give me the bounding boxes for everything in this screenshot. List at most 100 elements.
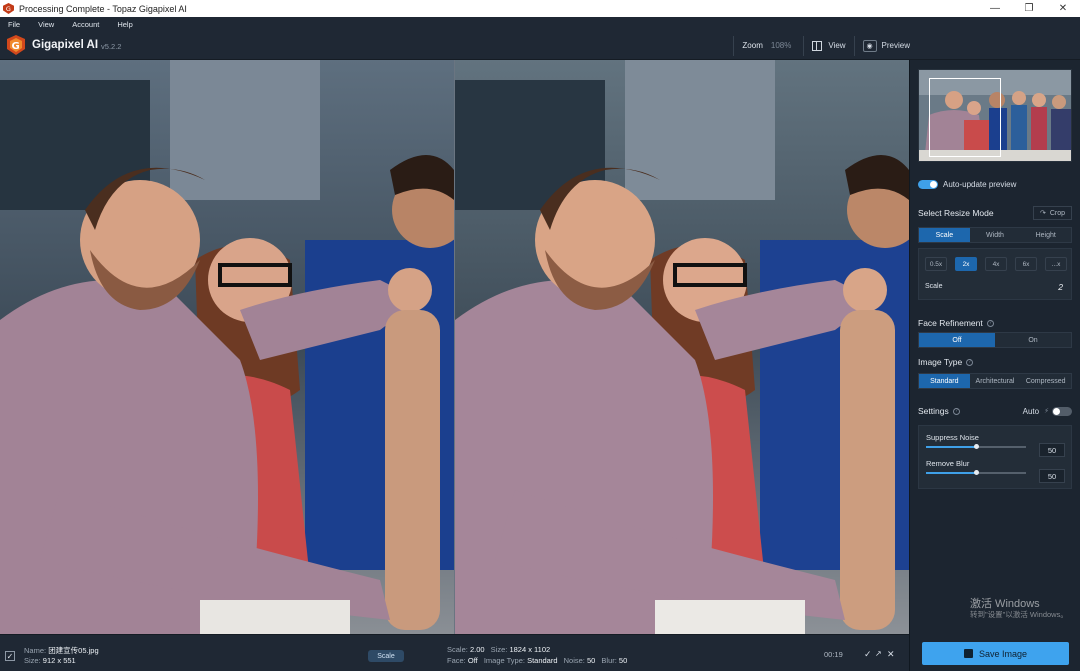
scale-value[interactable]: 2 bbox=[1058, 282, 1063, 292]
split-view-divider[interactable] bbox=[454, 60, 455, 634]
face-label: Face: bbox=[447, 656, 466, 665]
preview-label: Preview bbox=[881, 41, 910, 50]
menu-bar: File View Account Help bbox=[0, 17, 1080, 31]
crop-label: Crop bbox=[1049, 209, 1065, 217]
slider-fill bbox=[926, 472, 976, 474]
auto-settings-toggle[interactable] bbox=[1052, 406, 1072, 416]
divider bbox=[803, 35, 805, 56]
help-icon[interactable]: ? bbox=[986, 319, 994, 327]
crop-button[interactable]: ↷ Crop bbox=[1032, 206, 1072, 220]
save-image-button[interactable]: Save Image bbox=[922, 642, 1069, 665]
scale-chip-custom[interactable]: ...x bbox=[1045, 257, 1067, 271]
processing-time: 00:19 bbox=[824, 650, 843, 659]
face-off-tab[interactable]: Off bbox=[919, 333, 995, 347]
auto-label: Auto bbox=[1022, 406, 1040, 416]
name-label: Name: bbox=[24, 646, 47, 655]
app-header: G Gigapixel AI v5.2.2 Zoom 108% View ◉ P… bbox=[0, 31, 1080, 60]
type-architectural-tab[interactable]: Architectural bbox=[970, 374, 1021, 388]
settings-header: Settings ? Auto ⚡ bbox=[918, 406, 1072, 416]
svg-text:G: G bbox=[6, 5, 11, 13]
image-type-header: Image Type ? bbox=[918, 357, 1072, 367]
zoom-label: Zoom bbox=[742, 41, 763, 50]
slider-fill bbox=[926, 446, 976, 448]
face-refinement-title: Face Refinement bbox=[918, 318, 983, 328]
minimize-button[interactable]: — bbox=[978, 0, 1012, 17]
divider bbox=[733, 35, 735, 56]
image-type-title: Image Type bbox=[918, 357, 963, 367]
upscaled-photo bbox=[455, 60, 909, 634]
type-standard-tab[interactable]: Standard bbox=[919, 374, 970, 388]
remove-blur-label: Remove Blur bbox=[926, 459, 970, 468]
remove-blur-slider[interactable] bbox=[926, 470, 1026, 475]
scale-chip-4x[interactable]: 4x bbox=[985, 257, 1007, 271]
suppress-noise-value[interactable]: 50 bbox=[1039, 443, 1065, 457]
suppress-noise-slider[interactable] bbox=[926, 444, 1026, 449]
scale-label: Scale bbox=[925, 283, 943, 290]
resize-mode-title: Select Resize Mode bbox=[918, 208, 994, 218]
menu-file[interactable]: File bbox=[8, 20, 20, 29]
remove-blur-value[interactable]: 50 bbox=[1039, 469, 1065, 483]
original-image-pane[interactable] bbox=[0, 60, 454, 634]
gigapixel-logo-icon: G bbox=[7, 35, 25, 55]
navigator-thumbnail[interactable] bbox=[918, 69, 1072, 162]
slider-handle[interactable] bbox=[974, 470, 979, 475]
output-scale-line: Scale: 2.00 Size: 1824 x 1102 bbox=[447, 645, 550, 654]
tab-height[interactable]: Height bbox=[1020, 228, 1071, 242]
viewport-rectangle[interactable] bbox=[929, 78, 1001, 157]
scale-badge: Scale bbox=[368, 650, 404, 662]
file-size-line: Size: 912 x 551 bbox=[24, 656, 76, 665]
output-size-label: Size: bbox=[490, 645, 508, 654]
menu-help[interactable]: Help bbox=[117, 20, 132, 29]
preview-button[interactable]: ◉ Preview bbox=[862, 39, 910, 52]
activation-watermark-subtitle: 转到"设置"以激活 Windows。 bbox=[970, 610, 1068, 619]
window-titlebar: G Processing Complete - Topaz Gigapixel … bbox=[0, 0, 1080, 17]
scale-chip-0-5x[interactable]: 0.5x bbox=[925, 257, 947, 271]
tab-scale[interactable]: Scale bbox=[919, 228, 970, 242]
output-size-value: 1824 x 1102 bbox=[509, 645, 551, 654]
scale-options-box: 0.5x 2x 4x 6x ...x Scale 2 bbox=[918, 248, 1072, 300]
noise-label: Noise: bbox=[563, 656, 585, 665]
eye-icon: ◉ bbox=[862, 39, 877, 52]
tab-width[interactable]: Width bbox=[970, 228, 1021, 242]
image-type-label: Image Type: bbox=[483, 656, 525, 665]
auto-update-toggle[interactable] bbox=[918, 180, 938, 189]
floppy-disk-icon bbox=[963, 649, 973, 658]
type-compressed-tab[interactable]: Compressed bbox=[1020, 374, 1071, 388]
view-button[interactable]: View bbox=[812, 40, 846, 51]
output-settings-line: Face: Off Image Type: Standard Noise: 50… bbox=[447, 656, 627, 665]
settings-panel: Auto-update preview Select Resize Mode ↷… bbox=[909, 60, 1080, 634]
file-size: 912 x 551 bbox=[42, 656, 76, 665]
face-on-tab[interactable]: On bbox=[995, 333, 1071, 347]
auto-update-label: Auto-update preview bbox=[943, 180, 1017, 189]
settings-title: Settings bbox=[918, 406, 949, 416]
blur-value: 50 bbox=[618, 656, 628, 665]
maximize-button[interactable]: ❐ bbox=[1012, 0, 1046, 17]
select-image-checkbox[interactable]: ✓ bbox=[5, 651, 15, 661]
app-logo-icon: G bbox=[3, 3, 14, 14]
crop-icon: ↷ bbox=[1039, 210, 1046, 217]
size-label: Size: bbox=[24, 656, 41, 665]
preview-image-pane[interactable] bbox=[455, 60, 909, 634]
suppress-noise-label: Suppress Noise bbox=[926, 433, 979, 442]
help-icon[interactable]: ? bbox=[952, 407, 960, 415]
menu-view[interactable]: View bbox=[38, 20, 54, 29]
original-photo bbox=[0, 60, 454, 634]
remove-image-icon[interactable]: ✕ bbox=[887, 649, 895, 660]
slider-handle[interactable] bbox=[974, 444, 979, 449]
svg-text:G: G bbox=[12, 41, 20, 52]
scale-chip-2x[interactable]: 2x bbox=[955, 257, 977, 271]
menu-account[interactable]: Account bbox=[72, 20, 99, 29]
help-icon[interactable]: ? bbox=[966, 358, 974, 366]
app-name: Gigapixel AI bbox=[32, 39, 99, 51]
open-external-icon[interactable]: ↗ bbox=[875, 649, 882, 658]
image-type-tabs: Standard Architectural Compressed bbox=[918, 373, 1072, 389]
resize-mode-header: Select Resize Mode ↷ Crop bbox=[918, 206, 1072, 220]
view-label: View bbox=[828, 41, 846, 50]
scale-chip-6x[interactable]: 6x bbox=[1015, 257, 1037, 271]
close-window-button[interactable]: ✕ bbox=[1046, 0, 1080, 17]
settings-title-group: Settings ? bbox=[918, 406, 960, 416]
zoom-value[interactable]: 108% bbox=[771, 41, 791, 50]
header-controls: Zoom 108% View ◉ Preview bbox=[725, 31, 910, 60]
done-check-icon: ✓ bbox=[864, 649, 872, 659]
status-bar: ✓ Name: 团建宣传05.jpg Size: 912 x 551 Scale… bbox=[0, 634, 909, 671]
